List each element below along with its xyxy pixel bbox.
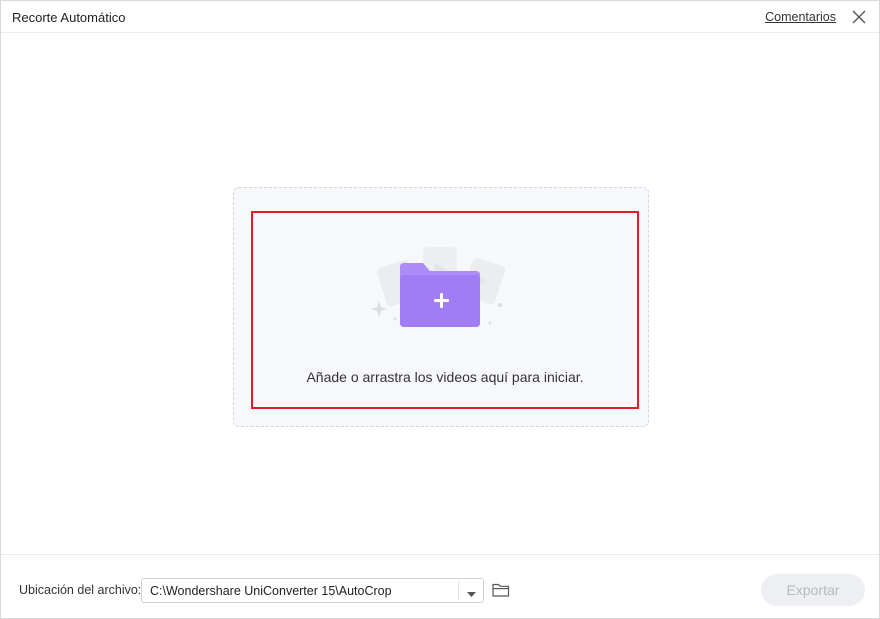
folder-icon[interactable] [491,581,511,599]
file-location-path: C:\Wondershare UniConverter 15\AutoCrop [150,584,392,598]
export-button[interactable]: Exportar [761,574,865,606]
window-title: Recorte Automático [12,10,126,25]
select-divider [458,581,459,600]
file-location-label: Ubicación del archivo: [19,583,142,597]
chevron-down-icon[interactable] [466,586,477,597]
dropzone-prompt: Añade o arrastra los videos aquí para in… [306,369,584,385]
auto-crop-window: Recorte Automático Comentarios Añade o a… [0,0,880,619]
file-location-select[interactable]: C:\Wondershare UniConverter 15\AutoCrop [141,578,484,603]
feedback-link[interactable]: Comentarios [765,10,836,24]
add-folder-icon[interactable] [369,241,509,336]
close-icon[interactable] [850,8,868,26]
title-bar: Recorte Automático Comentarios [1,1,879,33]
